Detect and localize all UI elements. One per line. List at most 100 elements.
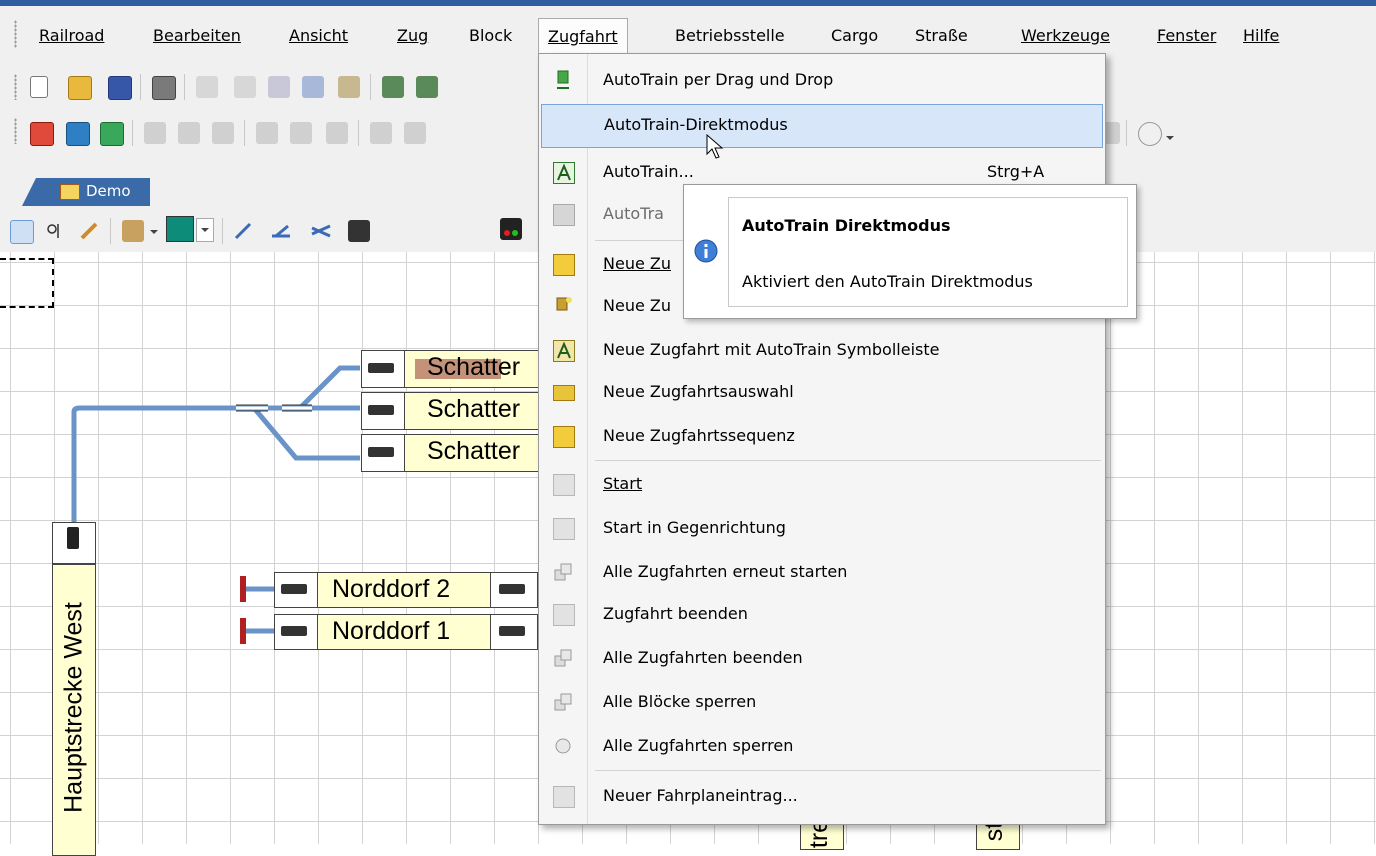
- signal-norddorf-1-east[interactable]: [490, 614, 538, 650]
- menu-item-alle-beenden[interactable]: Alle Zugfahrten beenden: [541, 638, 1101, 680]
- clock-dropdown-icon[interactable]: [1166, 136, 1174, 140]
- signal-hauptstrecke-west[interactable]: [52, 522, 96, 564]
- mirror-icon[interactable]: [382, 76, 404, 98]
- lock-routes-icon: [553, 736, 573, 756]
- toolbar-grip[interactable]: [14, 74, 17, 100]
- menu-zug[interactable]: Zug: [388, 18, 437, 54]
- toolbar-separator: [370, 74, 371, 100]
- lock-blocks-icon: [553, 692, 573, 712]
- paste-icon[interactable]: [338, 76, 360, 98]
- block-norddorf-2[interactable]: Norddorf 2: [317, 572, 491, 608]
- signal-box-2-icon[interactable]: [290, 122, 312, 144]
- restart-all-icon: [553, 562, 573, 582]
- stop-all-icon: [553, 648, 573, 668]
- menu-cargo[interactable]: Cargo: [822, 18, 887, 54]
- menu-block[interactable]: Block: [460, 18, 521, 54]
- menu-ansicht[interactable]: Ansicht: [280, 18, 357, 54]
- signal-schatten-1[interactable]: [361, 434, 405, 472]
- menubar-grip[interactable]: [14, 20, 17, 48]
- signal-head-icon: [499, 584, 525, 594]
- track-tool-icon[interactable]: [232, 220, 254, 242]
- toolbar-separator: [132, 120, 133, 146]
- tab-demo[interactable]: Demo: [22, 178, 150, 206]
- redo-icon[interactable]: [234, 76, 256, 98]
- signal-light-icon[interactable]: [500, 218, 522, 240]
- route-2-icon[interactable]: [404, 122, 426, 144]
- open-folder-icon[interactable]: [68, 76, 92, 100]
- toolbar-separator: [1126, 120, 1127, 146]
- menu-railroad[interactable]: Railroad: [30, 18, 113, 54]
- color-swatch[interactable]: [166, 216, 194, 242]
- signal-norddorf-1-west[interactable]: [274, 614, 318, 650]
- menu-hilfe[interactable]: Hilfe: [1234, 18, 1288, 54]
- menu-item-alle-zugfahrten-sperren[interactable]: Alle Zugfahrten sperren: [541, 726, 1101, 768]
- zugfahrt-menu: AutoTrain per Drag und Drop AutoTrain-Di…: [538, 53, 1106, 825]
- pencil-icon[interactable]: [78, 220, 100, 242]
- chevron-down-icon: [201, 228, 209, 232]
- calculator-icon[interactable]: [212, 122, 234, 144]
- power-on-icon[interactable]: [100, 122, 124, 146]
- autotrain-disabled-icon: [553, 204, 575, 226]
- block-schatten-3[interactable]: Schatter: [404, 350, 542, 388]
- menu-item-neue-zugfahrt-autotrain[interactable]: Neue Zugfahrt mit AutoTrain Symbolleiste: [541, 330, 1101, 372]
- route-icon[interactable]: [370, 122, 392, 144]
- block-schatten-2[interactable]: Schatter: [404, 392, 542, 430]
- menu-bearbeiten[interactable]: Bearbeiten: [144, 18, 250, 54]
- switch-tool-icon[interactable]: [270, 220, 292, 242]
- signal-tool-icon[interactable]: [348, 220, 370, 242]
- signal-norddorf-2-east[interactable]: [490, 572, 538, 608]
- buffer-stops: [240, 576, 246, 644]
- menu-betriebsstelle[interactable]: Betriebsstelle: [666, 18, 794, 54]
- menu-werkzeuge[interactable]: Werkzeuge: [1012, 18, 1119, 54]
- menu-item-alle-bloecke-sperren[interactable]: Alle Blöcke sperren: [541, 682, 1101, 724]
- menu-item-autotrain-drag-drop[interactable]: AutoTrain per Drag und Drop: [541, 60, 1101, 102]
- color-dropdown[interactable]: [196, 218, 214, 242]
- menu-item-zugfahrt-beenden[interactable]: Zugfahrt beenden: [541, 594, 1101, 636]
- save-icon[interactable]: [108, 76, 132, 100]
- toolbar-separator: [110, 218, 111, 244]
- lock-blocks-glyph: [554, 693, 572, 711]
- signal-schatten-2[interactable]: [361, 392, 405, 430]
- halt-icon[interactable]: [144, 122, 166, 144]
- menu-item-neue-zugfahrtssequenz[interactable]: Neue Zugfahrtssequenz: [541, 416, 1101, 458]
- brush-dropdown-icon[interactable]: [150, 230, 158, 234]
- crossing-tool-icon[interactable]: [310, 220, 332, 242]
- copy-icon[interactable]: [302, 76, 324, 98]
- cut-icon[interactable]: [268, 76, 290, 98]
- menu-item-neue-zugfahrtsauswahl[interactable]: Neue Zugfahrtsauswahl: [541, 372, 1101, 414]
- menu-item-autotrain-direktmodus[interactable]: AutoTrain-Direktmodus: [541, 104, 1103, 148]
- freeze-icon[interactable]: [66, 122, 90, 146]
- menu-item-alle-erneut-starten[interactable]: Alle Zugfahrten erneut starten: [541, 552, 1101, 594]
- flip-icon[interactable]: [416, 76, 438, 98]
- menu-zugfahrt[interactable]: Zugfahrt: [538, 18, 628, 57]
- signal-schatten-3[interactable]: [361, 350, 405, 388]
- signal-head-icon: [67, 527, 79, 549]
- toolbar-separator: [358, 120, 359, 146]
- signal-box-icon[interactable]: [256, 122, 278, 144]
- menu-fenster[interactable]: Fenster: [1148, 18, 1225, 54]
- block-schatten-1[interactable]: Schatter: [404, 434, 542, 472]
- signal-head-icon: [368, 405, 394, 415]
- menu-item-neuer-fahrplaneintrag[interactable]: Neuer Fahrplaneintrag...: [541, 776, 1101, 818]
- layout-icon: [60, 184, 80, 200]
- emergency-stop-icon[interactable]: [30, 122, 54, 146]
- clock-icon[interactable]: [1138, 122, 1162, 146]
- autotrain-drag-icon: [553, 70, 573, 90]
- block-norddorf-1[interactable]: Norddorf 1: [317, 614, 491, 650]
- signal-norddorf-2-west[interactable]: [274, 572, 318, 608]
- undo-icon[interactable]: [196, 76, 218, 98]
- toolbar-grip[interactable]: [14, 118, 17, 144]
- menu-item-start-gegenrichtung[interactable]: Start in Gegenrichtung: [541, 508, 1101, 550]
- block-hauptstrecke-west[interactable]: Hauptstrecke West: [52, 564, 96, 856]
- select-pointer-icon[interactable]: [10, 220, 34, 244]
- connect-tool-icon[interactable]: [44, 220, 66, 242]
- print-icon[interactable]: [152, 76, 176, 100]
- station-icon[interactable]: [178, 122, 200, 144]
- new-file-icon[interactable]: [30, 76, 48, 98]
- menu-strasse[interactable]: Straße: [906, 18, 977, 54]
- menu-item-start[interactable]: Start: [541, 464, 1101, 506]
- track-branch-up: [298, 365, 360, 410]
- paint-brush-icon[interactable]: [122, 220, 144, 242]
- info-icon: [694, 239, 718, 263]
- signal-box-3-icon[interactable]: [326, 122, 348, 144]
